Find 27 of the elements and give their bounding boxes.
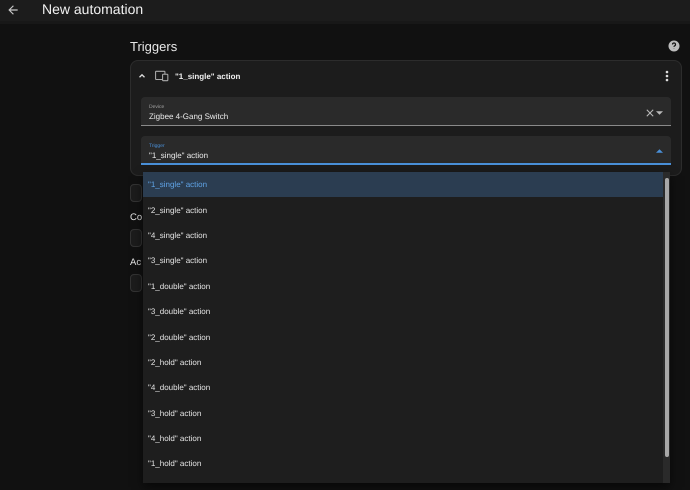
page-title: New automation (42, 1, 144, 17)
menu-option[interactable]: "1_double" action (143, 274, 663, 299)
clear-icon[interactable] (644, 106, 656, 118)
menu-option[interactable]: "1_single" action (143, 172, 663, 198)
device-icon (155, 70, 169, 82)
card-title: "1_single" action (175, 72, 242, 80)
menu-option[interactable]: "4_hold" action (143, 426, 663, 452)
scrollbar[interactable] (663, 172, 670, 483)
menu-option[interactable]: "2_single" action (143, 197, 663, 223)
menu-option[interactable]: "3_hold" action (143, 400, 663, 426)
menu-option[interactable]: "2_double" action (143, 324, 663, 350)
section-title: Triggers (130, 38, 178, 54)
menu-option[interactable]: "4_double" action (143, 375, 663, 401)
dropdown-arrow-icon (656, 149, 663, 153)
menu-option[interactable]: "1_hold" action (143, 451, 663, 477)
section-title: Co (130, 212, 142, 223)
dropdown-arrow-icon (656, 110, 663, 114)
help-icon[interactable] (666, 38, 682, 54)
field-value: Zigbee 4-Gang Switch (149, 112, 230, 121)
field-value: "1_single" action (149, 150, 210, 160)
more-icon[interactable] (663, 68, 671, 84)
section-title: Ac (130, 257, 142, 268)
back-icon[interactable] (6, 3, 20, 17)
menu-option[interactable]: "2_hold" action (143, 350, 663, 376)
menu-option[interactable]: "3_double" action (143, 298, 663, 324)
menu-option[interactable]: "3_single" action (143, 248, 663, 274)
menu-option[interactable]: "4_single" action (143, 222, 663, 248)
